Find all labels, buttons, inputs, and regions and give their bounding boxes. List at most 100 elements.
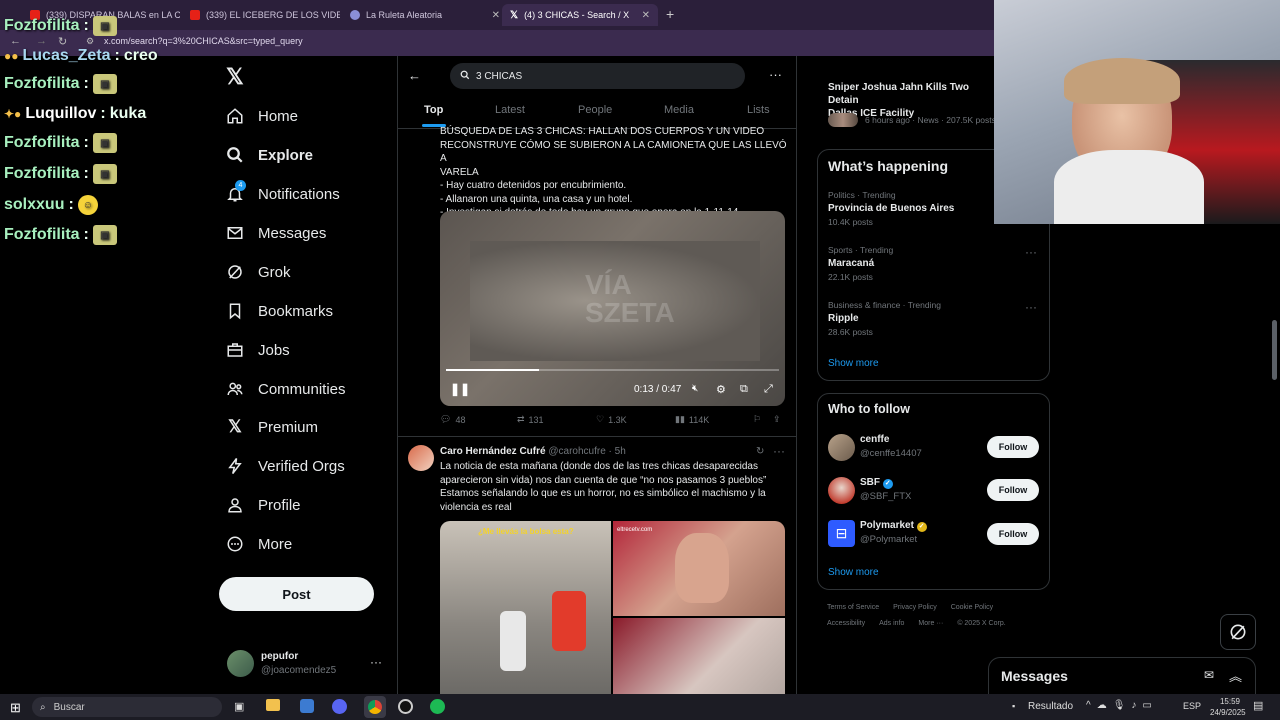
- more-options-icon[interactable]: ···: [1025, 300, 1037, 314]
- follow-name[interactable]: SBF ✓: [860, 477, 893, 489]
- polymarket-logo-icon[interactable]: ⊟: [828, 520, 855, 547]
- footer-link[interactable]: Accessibility: [827, 620, 865, 627]
- nav-jobs[interactable]: Jobs: [226, 341, 290, 359]
- x-logo-icon[interactable]: 𝕏: [226, 64, 244, 90]
- tab-top[interactable]: Top: [424, 104, 443, 116]
- grok-button[interactable]: [1220, 614, 1256, 650]
- settings-icon[interactable]: ⚙: [716, 383, 726, 396]
- account-menu-icon[interactable]: ···: [370, 655, 382, 669]
- forward-icon[interactable]: →: [36, 35, 47, 47]
- trend-item[interactable]: Business & finance · Trending Ripple 28.…: [828, 300, 941, 337]
- more-options-icon[interactable]: ···: [769, 67, 782, 82]
- browser-tab-active[interactable]: 𝕏 (4) 3 CHICAS - Search / X ✕: [502, 4, 658, 26]
- browser-tab[interactable]: La Ruleta Aleatoria ✕: [350, 4, 500, 26]
- fullscreen-icon[interactable]: ⤢: [764, 383, 773, 396]
- avatar[interactable]: [828, 477, 855, 504]
- follow-name[interactable]: Polymarket ✓: [860, 520, 927, 532]
- tab-media[interactable]: Media: [664, 104, 694, 116]
- expand-icon[interactable]: ︽: [1229, 666, 1242, 685]
- back-arrow-icon[interactable]: ←: [408, 68, 421, 83]
- share-button[interactable]: ⇪: [773, 414, 781, 425]
- nav-premium[interactable]: 𝕏 Premium: [226, 417, 318, 436]
- obs-icon[interactable]: [398, 699, 413, 714]
- nav-explore[interactable]: Explore: [226, 146, 313, 164]
- nav-messages[interactable]: Messages: [226, 224, 326, 242]
- more-options-icon[interactable]: ···: [773, 444, 785, 458]
- post-button[interactable]: Post: [219, 577, 374, 611]
- messages-drawer[interactable]: Messages ✉ ︽: [988, 657, 1256, 694]
- repost-button[interactable]: ⇄ 131: [517, 414, 544, 425]
- new-tab-icon[interactable]: +: [666, 6, 674, 22]
- tab-latest[interactable]: Latest: [495, 104, 525, 116]
- pause-icon[interactable]: ❚❚: [450, 382, 470, 396]
- people-icon: [226, 380, 244, 398]
- taskbar-search[interactable]: ⌕ Buscar: [32, 697, 222, 717]
- tab-people[interactable]: People: [578, 104, 612, 116]
- language-indicator[interactable]: ESP: [1183, 701, 1201, 711]
- follow-button[interactable]: Follow: [987, 479, 1039, 501]
- footer-link[interactable]: Cookie Policy: [951, 604, 993, 611]
- avatar[interactable]: [828, 434, 855, 461]
- footer-link[interactable]: Privacy Policy: [893, 604, 937, 611]
- show-more-link[interactable]: Show more: [828, 358, 879, 369]
- more-options-icon[interactable]: ···: [1025, 245, 1037, 259]
- store-icon[interactable]: [300, 699, 314, 713]
- trend-item[interactable]: Politics · Trending Provincia de Buenos …: [828, 190, 954, 227]
- account-name[interactable]: pepufor: [261, 651, 298, 662]
- footer-link[interactable]: More ···: [918, 620, 943, 627]
- tab-lists[interactable]: Lists: [747, 104, 770, 116]
- site-info-icon[interactable]: ⚙: [86, 36, 94, 47]
- tweet-image[interactable]: eltrecetv.com: [613, 521, 785, 616]
- browser-tab[interactable]: (339) EL ICEBERG DE LOS VIDEC ✕: [190, 4, 340, 26]
- trend-item[interactable]: Sports · Trending Maracaná 22.1K posts: [828, 245, 893, 282]
- avatar[interactable]: [227, 650, 254, 677]
- new-message-icon[interactable]: ✉: [1204, 668, 1214, 682]
- notification-center-icon[interactable]: ▤: [1253, 699, 1263, 712]
- mute-icon[interactable]: 🔇︎: [692, 383, 698, 394]
- weather-label[interactable]: Resultado: [1028, 701, 1073, 712]
- nav-more[interactable]: More: [226, 535, 292, 553]
- file-explorer-icon[interactable]: [266, 699, 280, 711]
- page-scrollbar[interactable]: [1272, 320, 1277, 380]
- windows-start-icon[interactable]: ⊞: [10, 700, 21, 716]
- nav-grok[interactable]: Grok: [226, 263, 291, 281]
- task-view-icon[interactable]: ▣: [234, 700, 244, 713]
- follow-name[interactable]: cenffe: [860, 434, 889, 445]
- avatar[interactable]: [408, 445, 434, 471]
- follow-button[interactable]: Follow: [987, 436, 1039, 458]
- nav-bookmarks[interactable]: Bookmarks: [226, 302, 333, 320]
- nav-notifications[interactable]: 4 Notifications: [226, 180, 340, 203]
- video-progress-track[interactable]: [446, 369, 779, 371]
- spotify-icon[interactable]: [430, 699, 445, 714]
- footer-link[interactable]: Ads info: [879, 620, 904, 627]
- tweet-image[interactable]: ¿Me llevás la bolsa esta?: [440, 521, 611, 694]
- back-icon[interactable]: ←: [10, 35, 21, 47]
- discord-icon[interactable]: [332, 699, 347, 714]
- close-icon[interactable]: ✕: [492, 10, 500, 21]
- author-handle[interactable]: @carohcufre: [548, 446, 605, 457]
- views-button[interactable]: ▮▮ 114K: [675, 414, 709, 425]
- video-player[interactable]: VÍA SZETA ❚❚ 0:13 / 0:47 🔇︎ ⚙ ⧉ ⤢: [440, 211, 785, 406]
- nav-verified-orgs[interactable]: Verified Orgs: [226, 457, 345, 475]
- author-name[interactable]: Caro Hernández Cufré: [440, 446, 546, 457]
- nav-home[interactable]: Home: [226, 107, 298, 125]
- close-icon[interactable]: ✕: [642, 10, 650, 21]
- emote-icon: ▣: [92, 16, 117, 36]
- reply-button[interactable]: 💬︎ 48: [440, 414, 465, 425]
- search-input[interactable]: 3 CHICAS: [450, 63, 745, 89]
- bookmark-button[interactable]: ⚐: [753, 414, 761, 425]
- tweet-image[interactable]: [613, 618, 785, 694]
- nav-profile[interactable]: Profile: [226, 496, 301, 514]
- footer-link[interactable]: Terms of Service: [827, 604, 879, 611]
- tray-icons[interactable]: ^☁🎙︎♪▭: [1086, 700, 1158, 711]
- url-field[interactable]: x.com/search?q=3%20CHICAS&src=typed_quer…: [104, 36, 303, 46]
- show-more-link[interactable]: Show more: [828, 567, 879, 578]
- chrome-icon[interactable]: [368, 700, 382, 714]
- clock[interactable]: 15:59 24/9/2025: [1210, 696, 1246, 718]
- reply-icon: 💬︎: [440, 414, 452, 424]
- like-button[interactable]: ♡ 1.3K: [596, 414, 627, 425]
- nav-communities[interactable]: Communities: [226, 380, 346, 398]
- grok-icon[interactable]: ↻: [756, 446, 764, 457]
- follow-button[interactable]: Follow: [987, 523, 1039, 545]
- pip-icon[interactable]: ⧉: [740, 383, 748, 396]
